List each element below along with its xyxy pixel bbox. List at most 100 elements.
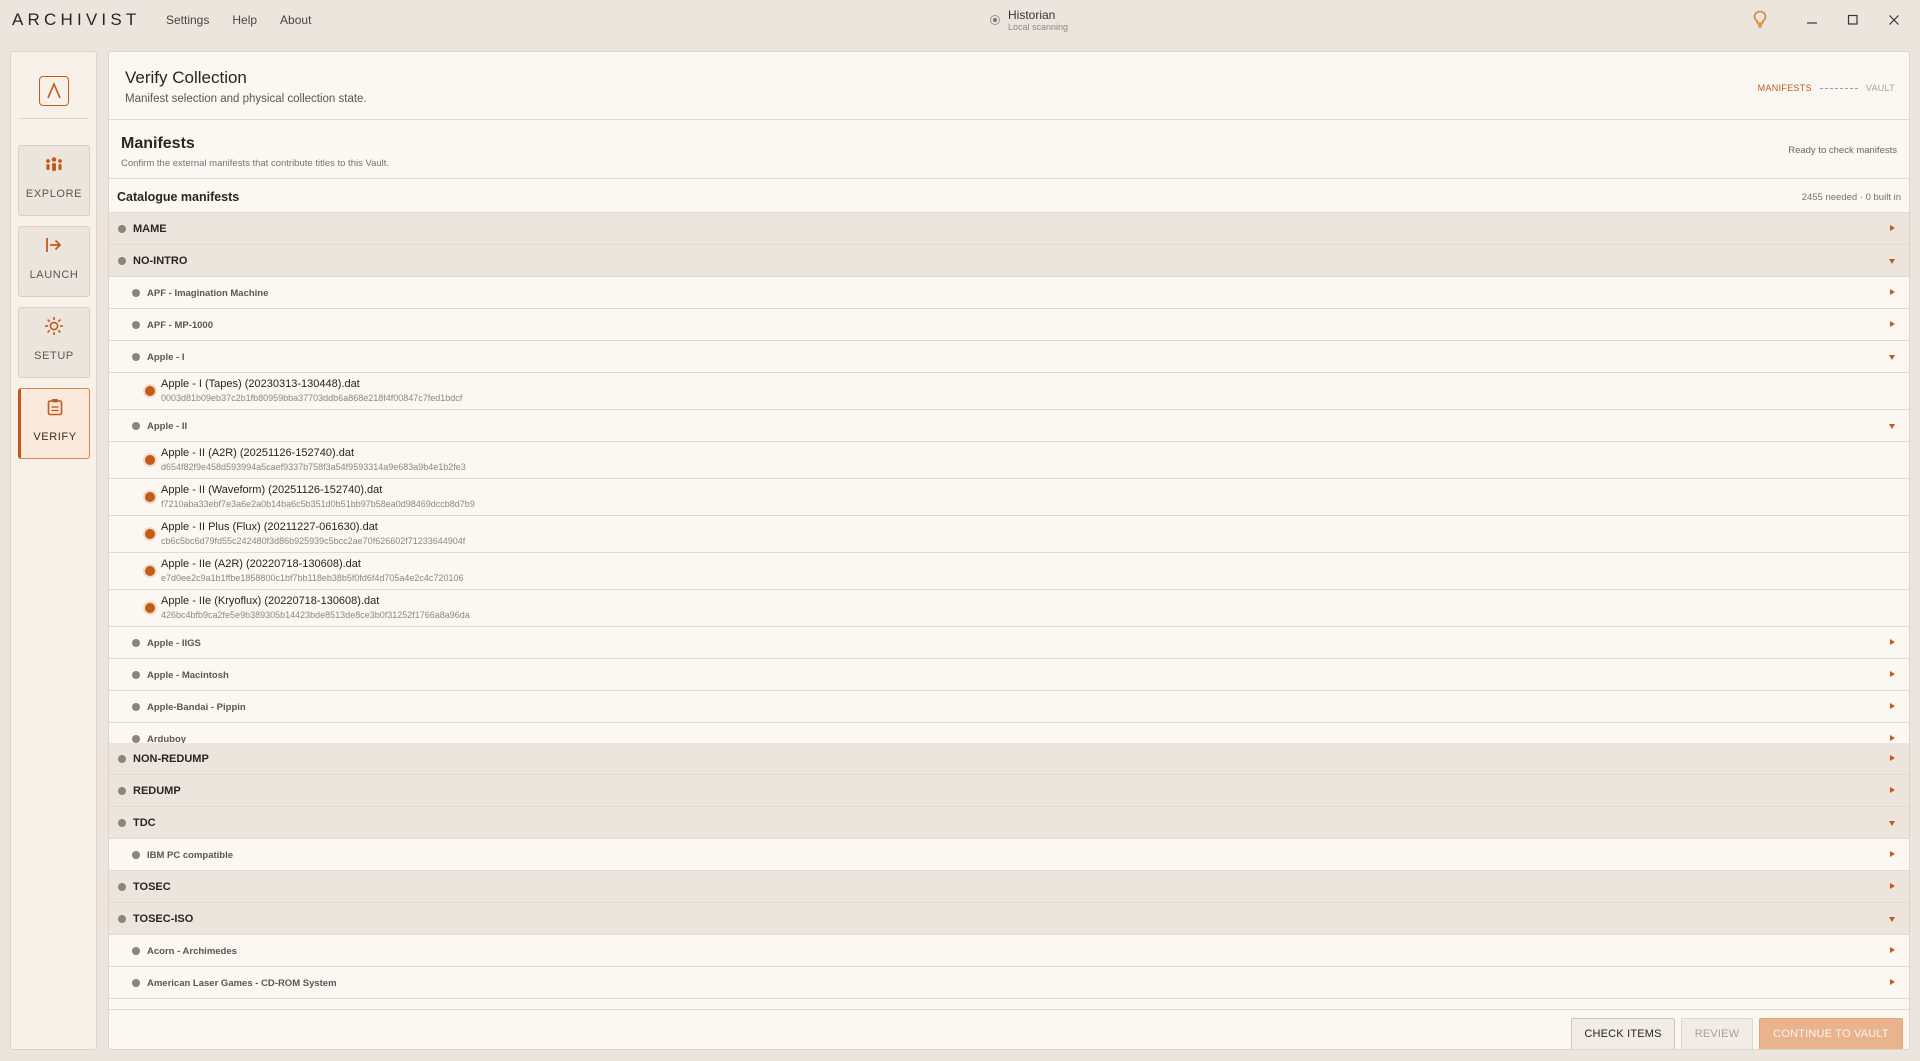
nav-setup[interactable]: SETUP <box>18 307 90 378</box>
step-manifests: MANIFESTS <box>1757 83 1812 93</box>
nav-rail: EXPLORE LAUNCH SETUP VERIFY <box>10 51 97 1050</box>
group-row-mame[interactable]: MAME <box>109 213 1909 245</box>
review-button[interactable]: REVIEW <box>1681 1018 1753 1049</box>
lightbulb-icon[interactable] <box>1753 10 1767 34</box>
chevron-right-icon <box>1890 755 1895 761</box>
chevron-right-icon <box>1890 225 1895 231</box>
sub-label: Arduboy <box>147 734 187 743</box>
nav-explore-label: EXPLORE <box>25 188 83 200</box>
file-row[interactable]: Apple - I (Tapes) (20230313-130448).dat … <box>109 373 1909 410</box>
file-status-icon <box>145 455 155 465</box>
file-hash: 0003d81b09eb37c2b1fb80959bba37703ddb6a86… <box>161 393 463 403</box>
sub-row[interactable]: American Laser Games - CD-ROM System <box>109 967 1909 999</box>
sub-row[interactable]: Arduboy <box>109 723 1909 743</box>
status-dot-icon <box>118 819 126 827</box>
chevron-down-icon <box>1889 821 1895 826</box>
sub-row[interactable]: IBM PC compatible <box>109 839 1909 871</box>
sub-row[interactable]: Apple - IIGS <box>109 627 1909 659</box>
group-label: TOSEC-ISO <box>133 913 194 925</box>
nav-launch[interactable]: LAUNCH <box>18 226 90 297</box>
close-icon[interactable] <box>1884 10 1904 30</box>
section-title: Manifests <box>121 135 195 152</box>
user-name: Historian <box>1008 8 1056 22</box>
file-name: Apple - II (A2R) (20251126-152740).dat <box>161 447 355 459</box>
group-row-redump[interactable]: REDUMP <box>109 775 1909 807</box>
status-dot-icon <box>132 947 140 955</box>
catalogue-count: 2455 needed · 0 built in <box>1801 192 1901 203</box>
status-dot-icon <box>118 257 126 265</box>
sub-row[interactable]: Apple-Bandai - Pippin <box>109 691 1909 723</box>
action-footer: CHECK ITEMS REVIEW CONTINUE TO VAULT <box>109 1009 1909 1049</box>
status-dot-icon <box>118 915 126 923</box>
group-row-tosec-iso[interactable]: TOSEC-ISO <box>109 903 1909 935</box>
nav-setup-label: SETUP <box>34 350 74 362</box>
chevron-right-icon <box>1890 883 1895 889</box>
main-panel: Verify Collection Manifest selection and… <box>108 51 1910 1050</box>
chevron-right-icon <box>1890 289 1895 295</box>
minimize-icon[interactable] <box>1802 10 1822 30</box>
status-dot-icon <box>990 15 1000 25</box>
chevron-right-icon <box>1890 671 1895 677</box>
group-label: NO-INTRO <box>133 255 188 267</box>
sub-label: Apple - II <box>147 421 188 432</box>
maximize-icon[interactable] <box>1843 10 1863 30</box>
sub-row[interactable]: APF - Imagination Machine <box>109 277 1909 309</box>
file-hash: f7210aba33ebf7e3a6e2a0b14ba6c5b351d0b51b… <box>161 499 475 509</box>
sub-row[interactable]: Acorn - Archimedes <box>109 935 1909 967</box>
nointro-list[interactable]: APF - Imagination Machine APF - MP-1000 … <box>109 277 1909 743</box>
group-label: MAME <box>133 223 167 235</box>
chevron-right-icon <box>1890 947 1895 953</box>
menu-help[interactable]: Help <box>232 13 257 27</box>
status-dot-icon <box>132 422 140 430</box>
file-status-icon <box>145 529 155 539</box>
nav-verify[interactable]: VERIFY <box>18 388 90 459</box>
sub-row[interactable]: Apple - I <box>109 341 1909 373</box>
status-dot-icon <box>118 755 126 763</box>
status-dot-icon <box>132 703 140 711</box>
status-dot-icon <box>132 639 140 647</box>
user-status[interactable]: Historian Local scanning <box>990 9 1068 33</box>
nav-launch-label: LAUNCH <box>29 269 79 281</box>
file-row[interactable]: Apple - II (Waveform) (20251126-152740).… <box>109 479 1909 516</box>
sub-label: Apple - IIGS <box>147 638 201 649</box>
chevron-right-icon <box>1890 703 1895 709</box>
page-title: Verify Collection <box>125 68 247 87</box>
group-row-tosec[interactable]: TOSEC <box>109 871 1909 903</box>
chevron-right-icon <box>1890 787 1895 793</box>
group-row-nonredump[interactable]: NON-REDUMP <box>109 743 1909 775</box>
status-dot-icon <box>118 787 126 795</box>
menu-settings[interactable]: Settings <box>166 13 209 27</box>
status-dot-icon <box>132 851 140 859</box>
status-dot-icon <box>132 321 140 329</box>
check-items-button[interactable]: CHECK ITEMS <box>1571 1018 1675 1049</box>
group-label: TDC <box>133 817 156 829</box>
app-logo: ARCHIVIST <box>12 10 141 29</box>
continue-to-vault-button[interactable]: CONTINUE TO VAULT <box>1759 1018 1903 1049</box>
file-row[interactable]: Apple - IIe (Kryoflux) (20220718-130608)… <box>109 590 1909 627</box>
people-icon <box>44 154 64 174</box>
status-dot-icon <box>132 735 140 743</box>
file-status-icon <box>145 492 155 502</box>
nav-explore[interactable]: EXPLORE <box>18 145 90 216</box>
group-row-nointro[interactable]: NO-INTRO <box>109 245 1909 277</box>
file-row[interactable]: Apple - IIe (A2R) (20220718-130608).dat … <box>109 553 1909 590</box>
user-status-text: Local scanning <box>1008 22 1069 32</box>
file-status-icon <box>145 603 155 613</box>
file-hash: cb6c5bc6d79fd55c242480f3d86b925939c5bcc2… <box>161 536 466 546</box>
sub-label: Apple - I <box>147 352 185 363</box>
sub-row[interactable]: Apple - II <box>109 410 1909 442</box>
sub-label: IBM PC compatible <box>147 850 234 861</box>
file-status-icon <box>145 386 155 396</box>
file-name: Apple - IIe (Kryoflux) (20220718-130608)… <box>161 595 380 607</box>
sub-label: American Laser Games - CD-ROM System <box>147 978 337 989</box>
file-row[interactable]: Apple - II Plus (Flux) (20211227-061630)… <box>109 516 1909 553</box>
chevron-down-icon <box>1889 259 1895 264</box>
menu-about[interactable]: About <box>280 13 311 27</box>
status-dot-icon <box>118 225 126 233</box>
sub-row[interactable]: APF - MP-1000 <box>109 309 1909 341</box>
group-row-tdc[interactable]: TDC <box>109 807 1909 839</box>
status-dot-icon <box>132 289 140 297</box>
sub-row[interactable]: Apple - Macintosh <box>109 659 1909 691</box>
file-row[interactable]: Apple - II (A2R) (20251126-152740).dat d… <box>109 442 1909 479</box>
file-hash: d654f82f9e458d593994a5caef9337b758f3a54f… <box>161 462 466 472</box>
